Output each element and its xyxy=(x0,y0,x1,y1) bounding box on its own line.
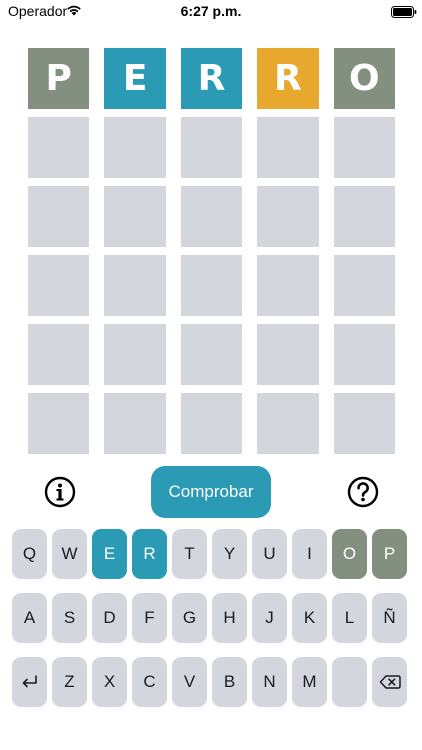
letter-tile: E xyxy=(104,48,166,109)
battery-icon xyxy=(391,5,417,23)
game-board: PERRO xyxy=(28,48,396,462)
letter-tile: P xyxy=(28,48,90,109)
letter-tile: O xyxy=(333,48,396,109)
key-g[interactable]: G xyxy=(172,593,207,643)
letter-tile xyxy=(333,393,396,454)
key-k[interactable]: K xyxy=(292,593,327,643)
key-l[interactable]: L xyxy=(332,593,367,643)
key-t[interactable]: T xyxy=(172,529,207,579)
letter-tile xyxy=(180,186,243,247)
letter-tile xyxy=(333,186,396,247)
key-f[interactable]: F xyxy=(132,593,167,643)
board-row xyxy=(28,117,396,178)
keyboard: QWERTYUIOP ASDFGHJKLÑ ZXCVBNM xyxy=(12,529,412,721)
key-n[interactable]: N xyxy=(252,657,287,707)
letter-tile xyxy=(28,255,90,316)
enter-icon xyxy=(21,674,39,690)
clock: 6:27 p.m. xyxy=(180,3,242,19)
board-row xyxy=(28,255,396,316)
letter-tile xyxy=(104,393,166,454)
letter-tile xyxy=(257,324,319,385)
letter-tile xyxy=(28,324,90,385)
letter-tile xyxy=(104,255,166,316)
keyboard-row: QWERTYUIOP xyxy=(12,529,412,579)
letter-tile xyxy=(104,324,166,385)
key-s[interactable]: S xyxy=(52,593,87,643)
letter-tile xyxy=(180,255,243,316)
letter-tile xyxy=(180,117,243,178)
key-p[interactable]: P xyxy=(372,529,407,579)
letter-tile xyxy=(28,393,90,454)
key-x[interactable]: X xyxy=(92,657,127,707)
letter-tile xyxy=(257,117,319,178)
key-d[interactable]: D xyxy=(92,593,127,643)
key-v[interactable]: V xyxy=(172,657,207,707)
keyboard-row: ZXCVBNM xyxy=(12,657,412,707)
key-r[interactable]: R xyxy=(132,529,167,579)
letter-tile xyxy=(104,186,166,247)
letter-tile xyxy=(257,393,319,454)
key-q[interactable]: Q xyxy=(12,529,47,579)
letter-tile xyxy=(333,255,396,316)
letter-tile xyxy=(28,186,90,247)
letter-tile xyxy=(28,117,90,178)
letter-tile xyxy=(257,186,319,247)
key-c[interactable]: C xyxy=(132,657,167,707)
board-row: PERRO xyxy=(28,48,396,109)
board-row xyxy=(28,324,396,385)
letter-tile xyxy=(180,324,243,385)
key-u[interactable]: U xyxy=(252,529,287,579)
keyboard-row: ASDFGHJKLÑ xyxy=(12,593,412,643)
key-y[interactable]: Y xyxy=(212,529,247,579)
letter-tile: R xyxy=(257,48,319,109)
info-icon[interactable] xyxy=(44,476,76,508)
letter-tile xyxy=(257,255,319,316)
status-bar: Operador 6:27 p.m. xyxy=(0,0,422,24)
letter-tile xyxy=(333,117,396,178)
key-e[interactable]: E xyxy=(92,529,127,579)
enter-key[interactable] xyxy=(12,657,47,707)
letter-tile xyxy=(104,117,166,178)
key-o[interactable]: O xyxy=(332,529,367,579)
question-icon[interactable] xyxy=(347,476,379,508)
board-row xyxy=(28,393,396,454)
key-w[interactable]: W xyxy=(52,529,87,579)
key-a[interactable]: A xyxy=(12,593,47,643)
check-button[interactable]: Comprobar xyxy=(151,466,271,518)
key-j[interactable]: J xyxy=(252,593,287,643)
backspace-icon xyxy=(379,674,401,690)
letter-tile xyxy=(333,324,396,385)
letter-tile xyxy=(180,393,243,454)
backspace-key[interactable] xyxy=(372,657,407,707)
key-z[interactable]: Z xyxy=(52,657,87,707)
board-row xyxy=(28,186,396,247)
key-ñ[interactable]: Ñ xyxy=(372,593,407,643)
blank-key[interactable] xyxy=(332,657,367,707)
key-i[interactable]: I xyxy=(292,529,327,579)
letter-tile: R xyxy=(180,48,243,109)
key-h[interactable]: H xyxy=(212,593,247,643)
key-m[interactable]: M xyxy=(292,657,327,707)
key-b[interactable]: B xyxy=(212,657,247,707)
